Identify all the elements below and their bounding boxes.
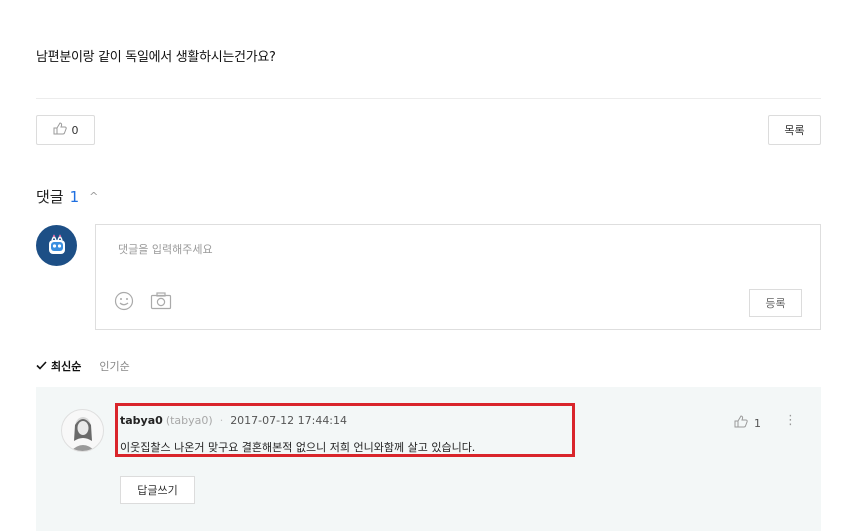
comment-input[interactable]: 댓글을 입력해주세요 (118, 241, 213, 257)
comment-item: tabya0 (tabya0) · 2017-07-12 17:44:14 이웃… (36, 387, 821, 531)
more-options-icon[interactable]: ⋮ (784, 413, 797, 428)
comment-header[interactable]: 댓글 1 ^ (36, 186, 98, 207)
chevron-up-icon[interactable]: ^ (89, 190, 98, 203)
commenter-avatar[interactable] (61, 409, 104, 452)
comment-like-button[interactable]: 1 (734, 415, 761, 431)
emoji-icon[interactable] (114, 291, 134, 315)
comment-write-box[interactable]: 댓글을 입력해주세요 등록 (95, 224, 821, 330)
sort-latest-label: 최신순 (51, 360, 82, 373)
write-tools (114, 291, 172, 315)
thumbs-up-icon (53, 122, 67, 138)
post-like-count: 0 (71, 123, 79, 137)
highlight-box (115, 403, 575, 457)
profile-photo-icon (70, 416, 95, 451)
divider (36, 98, 821, 99)
character-avatar-icon (48, 233, 65, 254)
comment-title: 댓글 (36, 188, 64, 206)
sort-latest[interactable]: 최신순 (36, 358, 81, 374)
checkmark-icon (36, 360, 47, 373)
thumbs-up-icon (734, 415, 748, 431)
camera-icon[interactable] (150, 292, 172, 314)
comment-like-count: 1 (754, 416, 761, 430)
submit-button[interactable]: 등록 (749, 289, 802, 317)
reply-button[interactable]: 답글쓰기 (120, 476, 195, 504)
sort-popular[interactable]: 인기순 (99, 358, 129, 374)
post-like-button[interactable]: 0 (36, 115, 95, 145)
post-question: 남편분이랑 같이 독일에서 생활하시는건가요? (36, 50, 276, 65)
comment-count: 1 (69, 187, 80, 206)
sort-bar: 최신순 인기순 (36, 358, 130, 374)
my-avatar (36, 225, 77, 266)
list-button[interactable]: 목록 (768, 115, 821, 145)
